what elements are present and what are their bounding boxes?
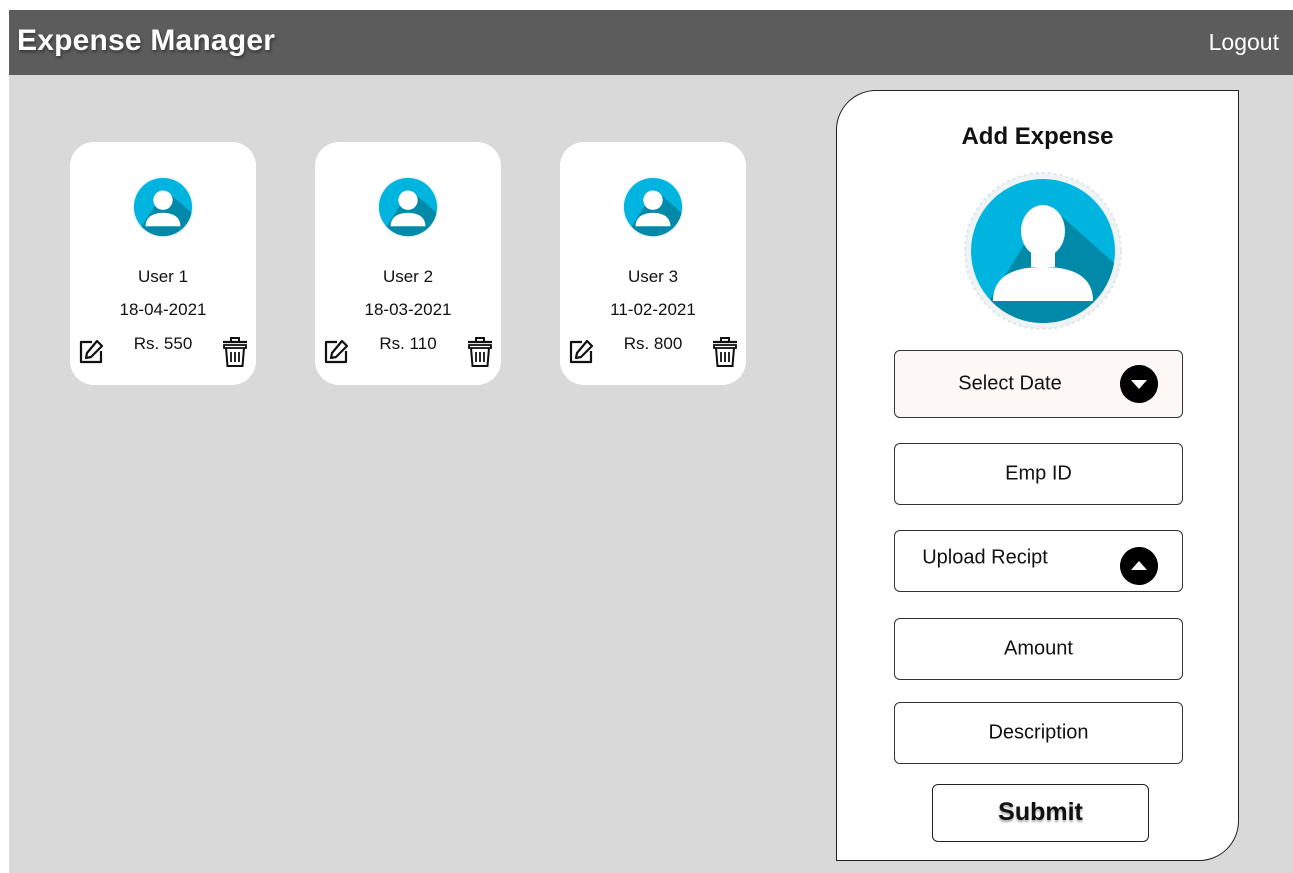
description-label: Description [988, 721, 1089, 744]
select-date-dropdown[interactable]: Select Date [894, 350, 1183, 418]
amount-field[interactable]: Amount [894, 618, 1183, 680]
user-avatar-icon [132, 176, 194, 238]
add-expense-panel: Add Expense Select Date Emp ID Upload Re… [836, 90, 1239, 861]
logout-link[interactable]: Logout [1209, 29, 1279, 56]
user-name: User 2 [382, 267, 434, 286]
user-avatar-icon [377, 176, 439, 238]
trash-icon[interactable] [466, 336, 494, 368]
user-name: User 3 [627, 267, 679, 286]
user-card: User 2 18-03-2021 Rs. 110 [315, 142, 501, 385]
user-card: User 1 18-04-2021 Rs. 550 [70, 142, 256, 385]
app-title: Expense Manager [17, 24, 276, 57]
description-field[interactable]: Description [894, 702, 1183, 764]
upload-receipt-field[interactable]: Upload Recipt [894, 530, 1183, 592]
chevron-up-circle-icon[interactable] [1120, 547, 1158, 585]
upload-receipt-label: Upload Recipt [922, 546, 1048, 569]
expense-date: 18-04-2021 [119, 300, 207, 319]
app-frame: Expense Manager Logout User 1 18-04-2021… [9, 10, 1293, 873]
chevron-down-circle-icon[interactable] [1120, 365, 1158, 403]
submit-button[interactable]: Submit [932, 784, 1149, 842]
expense-date: 11-02-2021 [610, 300, 696, 319]
edit-icon[interactable] [322, 338, 350, 366]
select-date-label: Select Date [958, 372, 1062, 395]
trash-icon[interactable] [711, 336, 739, 368]
emp-id-field[interactable]: Emp ID [894, 443, 1183, 505]
expense-date: 18-03-2021 [364, 300, 452, 319]
edit-icon[interactable] [567, 338, 595, 366]
user-avatar-icon [964, 172, 1122, 330]
top-bar: Expense Manager Logout [9, 10, 1293, 75]
edit-icon[interactable] [77, 338, 105, 366]
user-avatar-icon [622, 176, 684, 238]
panel-title: Add Expense [961, 123, 1114, 150]
user-card: User 3 11-02-2021 Rs. 800 [560, 142, 746, 385]
trash-icon[interactable] [221, 336, 249, 368]
amount-label: Amount [1004, 637, 1073, 660]
user-name: User 1 [137, 267, 189, 286]
emp-id-label: Emp ID [1005, 462, 1072, 485]
